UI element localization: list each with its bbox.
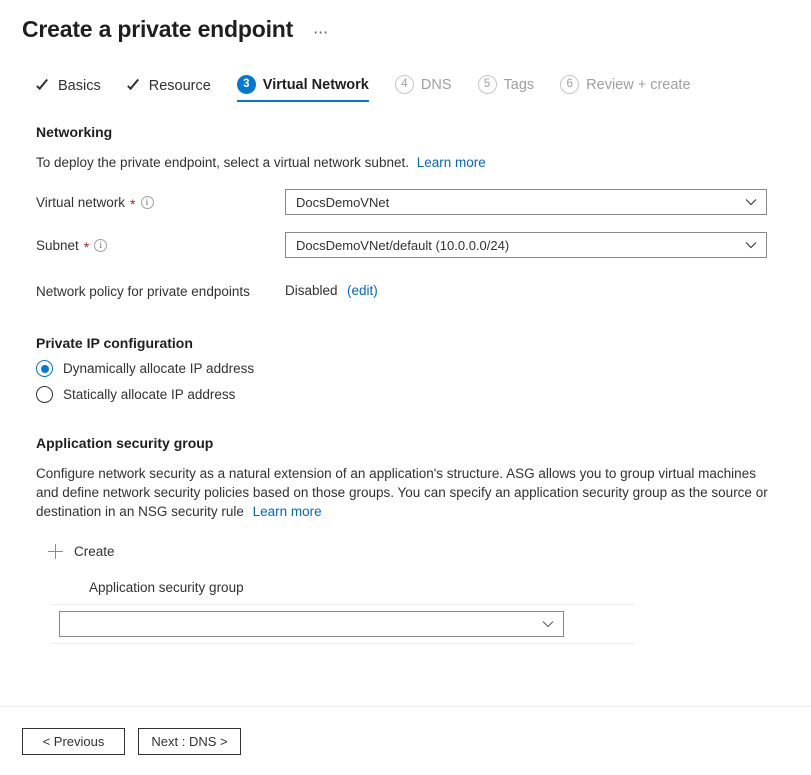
radio-selected-icon [36,360,53,377]
plus-icon [48,544,63,559]
create-private-endpoint-page: Create a private endpoint ⋯ Basics Resou… [0,0,811,775]
subnet-label-group: Subnet * i [36,238,285,253]
asg-column-header: Application security group [52,580,634,595]
required-asterisk: * [84,242,89,252]
tab-basics[interactable]: Basics [36,78,101,102]
required-asterisk: * [130,199,135,209]
step-number-badge: 6 [560,75,579,94]
subnet-label: Subnet [36,238,79,253]
wizard-tabs: Basics Resource 3 Virtual Network 4 DNS … [36,70,811,102]
network-policy-value-group: Disabled (edit) [285,282,378,300]
page-title: Create a private endpoint [22,14,293,44]
network-policy-row: Network policy for private endpoints Dis… [36,278,811,304]
networking-description: To deploy the private endpoint, select a… [36,153,811,172]
chevron-down-icon [745,241,757,249]
tab-virtual-network[interactable]: 3 Virtual Network [237,75,369,102]
private-ip-radio-group: Dynamically allocate IP address Statical… [36,360,811,403]
page-content: Networking To deploy the private endpoin… [0,124,811,644]
networking-heading: Networking [36,124,811,140]
tab-resource-label: Resource [149,78,211,94]
virtual-network-value: DocsDemoVNet [296,195,389,210]
table-row [52,605,634,643]
asg-table: Application security group [52,580,634,644]
radio-dynamically-allocate-label: Dynamically allocate IP address [63,361,254,376]
table-divider-bottom [52,643,634,644]
create-asg-label: Create [74,544,115,559]
virtual-network-label-group: Virtual network * i [36,195,285,210]
asg-heading: Application security group [36,435,811,451]
private-ip-heading: Private IP configuration [36,335,811,351]
chevron-down-icon [745,198,757,206]
networking-learn-more-link[interactable]: Learn more [417,155,486,170]
next-button[interactable]: Next : DNS > [138,728,241,755]
chevron-down-icon [542,620,554,628]
subnet-value: DocsDemoVNet/default (10.0.0.0/24) [296,238,509,253]
radio-statically-allocate[interactable]: Statically allocate IP address [36,386,811,403]
asg-learn-more-link[interactable]: Learn more [253,504,322,519]
info-icon[interactable]: i [141,196,154,209]
virtual-network-select[interactable]: DocsDemoVNet [285,189,767,215]
tab-basics-label: Basics [58,78,101,94]
wizard-footer: < Previous Next : DNS > [0,707,811,775]
tab-virtual-network-label: Virtual Network [263,77,369,93]
asg-description-text: Configure network security as a natural … [36,466,768,519]
check-icon [36,79,51,94]
info-icon[interactable]: i [94,239,107,252]
asg-select[interactable] [59,611,564,637]
network-policy-edit-link[interactable]: (edit) [347,283,378,298]
step-number-badge: 4 [395,75,414,94]
more-options-icon[interactable]: ⋯ [313,27,329,39]
tab-tags[interactable]: 5 Tags [478,75,535,102]
tab-dns-label: DNS [421,77,452,93]
virtual-network-row: Virtual network * i DocsDemoVNet [36,189,811,215]
create-asg-button[interactable]: Create [48,544,115,559]
radio-statically-allocate-label: Statically allocate IP address [63,387,235,402]
tab-tags-label: Tags [504,77,535,93]
network-policy-value: Disabled [285,283,338,298]
previous-button[interactable]: < Previous [22,728,125,755]
networking-description-text: To deploy the private endpoint, select a… [36,155,409,170]
virtual-network-label: Virtual network [36,195,125,210]
step-number-badge: 5 [478,75,497,94]
subnet-select[interactable]: DocsDemoVNet/default (10.0.0.0/24) [285,232,767,258]
tab-review-create-label: Review + create [586,77,690,93]
network-policy-label: Network policy for private endpoints [36,284,285,299]
step-number-badge: 3 [237,75,256,94]
radio-dynamically-allocate[interactable]: Dynamically allocate IP address [36,360,811,377]
page-header: Create a private endpoint ⋯ [0,0,811,44]
radio-unselected-icon [36,386,53,403]
subnet-row: Subnet * i DocsDemoVNet/default (10.0.0.… [36,232,811,258]
tab-resource[interactable]: Resource [127,78,211,102]
check-icon [127,79,142,94]
tab-dns[interactable]: 4 DNS [395,75,452,102]
asg-description: Configure network security as a natural … [36,464,776,521]
tab-review-create[interactable]: 6 Review + create [560,75,690,102]
